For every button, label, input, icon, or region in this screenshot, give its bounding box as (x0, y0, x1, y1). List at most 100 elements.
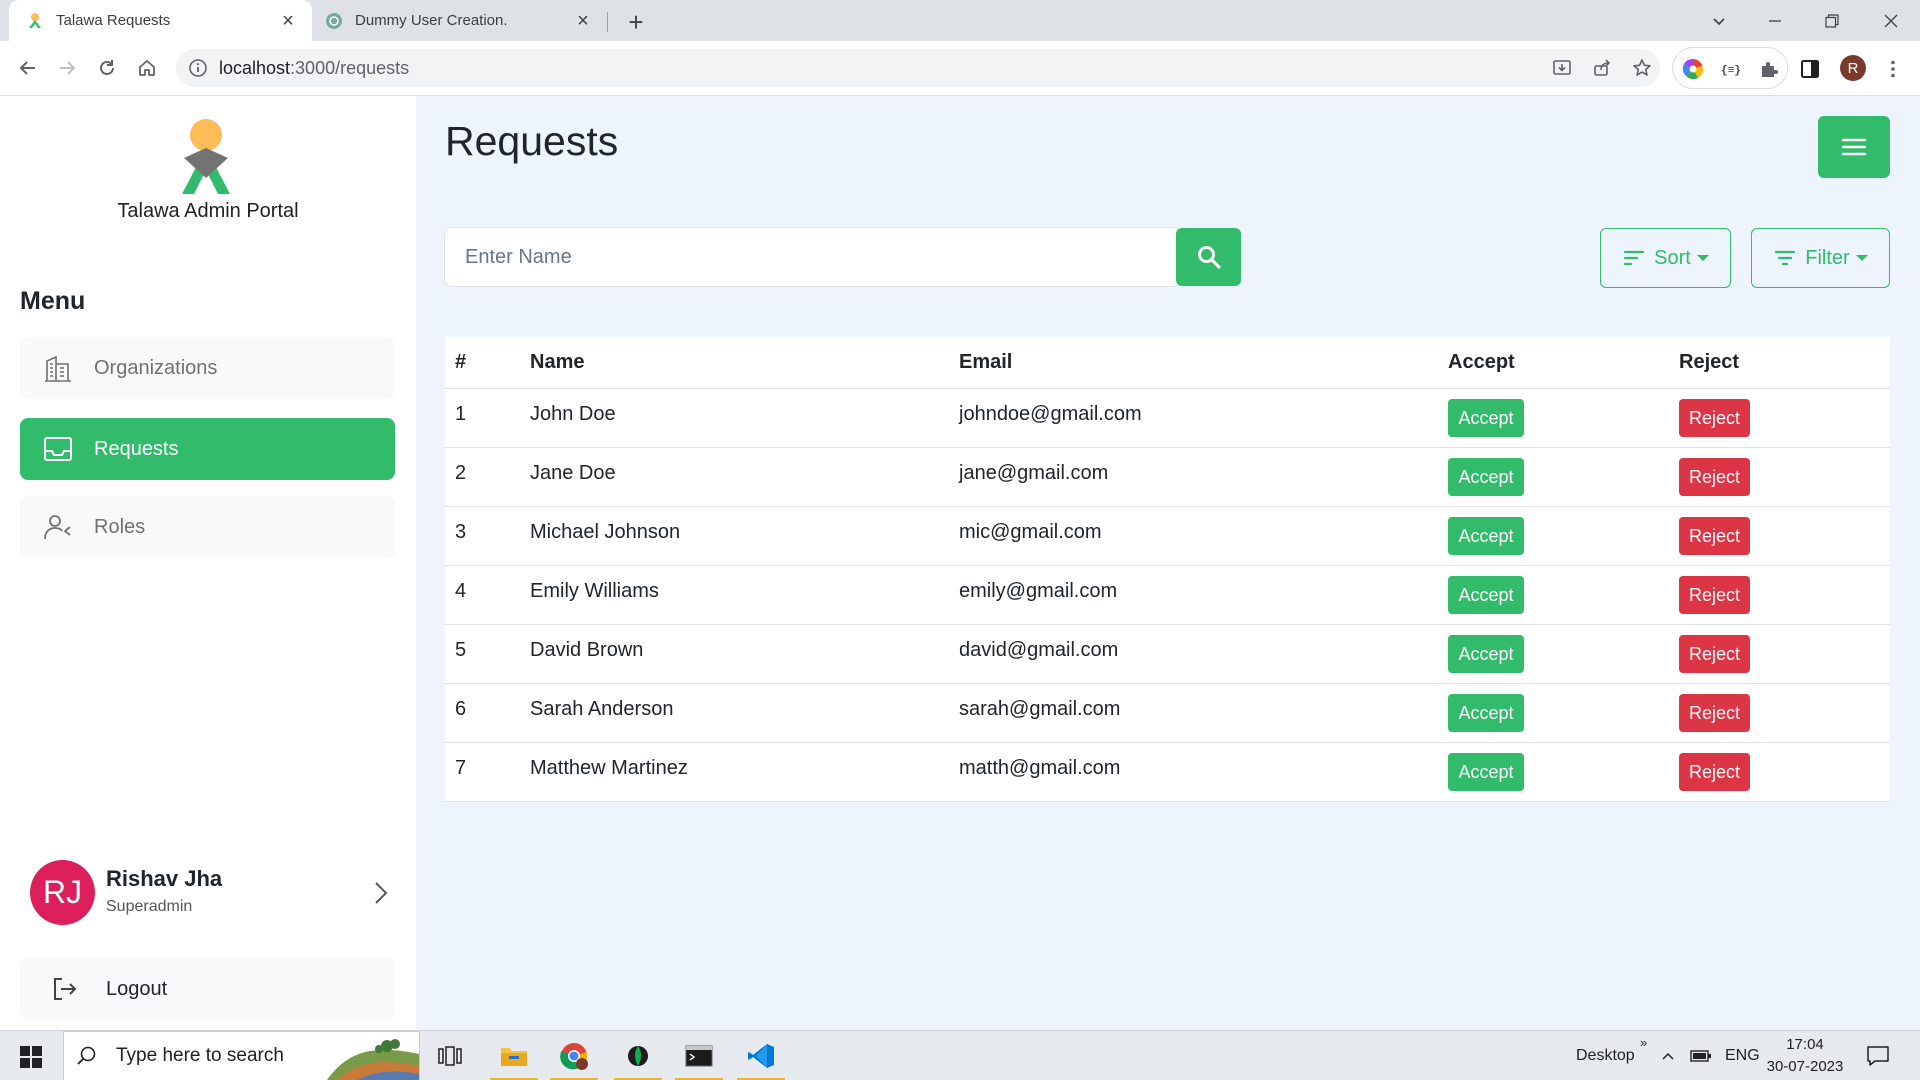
row-name: John Doe (530, 403, 616, 425)
show-hidden-icons-chevron-icon[interactable] (1660, 1031, 1676, 1080)
reject-button[interactable]: Reject (1679, 635, 1750, 673)
accept-button[interactable]: Accept (1448, 635, 1524, 673)
sidebar-item-organizations[interactable]: Organizations (20, 337, 395, 399)
file-explorer-icon[interactable] (488, 1031, 540, 1080)
tab-search-chevron-icon[interactable] (1690, 0, 1748, 41)
table-row: 7 Matthew Martinez matth@gmail.com Accept Re… (445, 743, 1890, 802)
brand-title: Talawa Admin Portal (117, 200, 299, 222)
reject-cell: Reject (1679, 625, 1750, 683)
caret-down-icon (1696, 255, 1709, 261)
share-icon[interactable] (1592, 58, 1612, 78)
json-extension-icon[interactable]: {≡} (1721, 60, 1741, 78)
tab-dummy-user-creation[interactable]: Dummy User Creation. × (317, 0, 607, 41)
desktop-label: Desktop (1576, 1047, 1635, 1064)
side-panel-icon[interactable] (1799, 58, 1821, 80)
desktop-toolbar-label[interactable]: Desktop (1576, 1031, 1635, 1080)
notification-center-icon[interactable] (1866, 1031, 1890, 1080)
accept-button[interactable]: Accept (1448, 517, 1524, 555)
reject-cell: Reject (1679, 743, 1750, 801)
reject-button[interactable]: Reject (1679, 399, 1750, 437)
row-name: Jane Doe (530, 462, 616, 484)
search-highlight-image (327, 1039, 419, 1080)
accept-button[interactable]: Accept (1448, 694, 1524, 732)
row-email: david@gmail.com (959, 639, 1119, 661)
reject-cell: Reject (1679, 448, 1750, 506)
sort-button[interactable]: Sort (1600, 228, 1731, 288)
header-name: Name (530, 351, 585, 373)
reload-icon[interactable] (91, 52, 123, 84)
address-bar[interactable]: localhost:3000/requests (176, 49, 1660, 87)
logout-label: Logout (106, 977, 168, 1000)
reject-button[interactable]: Reject (1679, 517, 1750, 555)
taskbar-search-placeholder: Type here to search (116, 1045, 284, 1066)
address-url: localhost:3000/requests (219, 58, 409, 79)
tab-title: Talawa Requests (56, 12, 171, 29)
taskbar-clock[interactable]: 17:04 30-07-2023 (1762, 1034, 1848, 1078)
sidebar-item-roles[interactable]: Roles (20, 496, 395, 558)
close-tab-icon[interactable]: × (278, 11, 298, 31)
vscode-icon[interactable] (735, 1031, 787, 1080)
clock-date: 30-07-2023 (1766, 1058, 1844, 1075)
extensions-group: {≡} (1672, 47, 1788, 89)
sidebar-item-requests[interactable]: Requests (20, 418, 395, 480)
table-row: 1 John Doe johndoe@gmail.com Accept Reject (445, 389, 1890, 448)
back-icon[interactable] (12, 52, 44, 84)
row-name: Matthew Martinez (530, 757, 688, 779)
accept-button[interactable]: Accept (1448, 753, 1524, 791)
user-profile-card[interactable]: RJ Rishav Jha Superadmin (20, 860, 395, 930)
logout-icon (54, 978, 77, 1000)
mongodb-compass-icon[interactable] (612, 1031, 664, 1080)
accept-button[interactable]: Accept (1448, 458, 1524, 496)
hamburger-menu-button[interactable] (1818, 116, 1890, 178)
battery-icon[interactable] (1690, 1031, 1712, 1080)
color-picker-extension-icon[interactable] (1682, 58, 1704, 80)
taskbar-search-box[interactable]: Type here to search (63, 1031, 420, 1080)
close-window-icon[interactable] (1862, 0, 1920, 41)
search-icon (77, 1046, 96, 1065)
windows-taskbar: Type here to search Desktop » ENG 17:04 … (0, 1030, 1920, 1080)
filter-button[interactable]: Filter (1751, 228, 1890, 288)
accept-button[interactable]: Accept (1448, 576, 1524, 614)
chrome-taskbar-icon[interactable] (548, 1031, 600, 1080)
reject-button[interactable]: Reject (1679, 458, 1750, 496)
terminal-icon[interactable] (673, 1031, 725, 1080)
site-info-icon[interactable] (188, 58, 208, 78)
accept-cell: Accept (1448, 507, 1524, 565)
organizations-icon (45, 355, 71, 382)
task-view-icon[interactable] (424, 1031, 476, 1080)
search-input[interactable] (445, 228, 1115, 286)
profile-avatar[interactable]: R (1840, 55, 1866, 81)
accept-cell: Accept (1448, 743, 1524, 801)
windows-start-icon[interactable] (20, 1046, 42, 1068)
extensions-puzzle-icon[interactable] (1758, 58, 1780, 80)
search-button[interactable] (1176, 228, 1241, 286)
row-name: Emily Williams (530, 580, 659, 602)
new-tab-icon[interactable]: + (622, 7, 650, 37)
language-indicator[interactable]: ENG (1725, 1031, 1760, 1080)
accept-button[interactable]: Accept (1448, 399, 1524, 437)
reject-button[interactable]: Reject (1679, 694, 1750, 732)
user-name: Rishav Jha (106, 866, 223, 891)
sidebar: Talawa Admin Portal Menu Organizations R… (0, 96, 416, 1030)
minimize-icon[interactable] (1746, 0, 1804, 41)
forward-icon[interactable] (51, 52, 83, 84)
chrome-menu-icon[interactable] (1882, 58, 1904, 80)
reject-button[interactable]: Reject (1679, 753, 1750, 791)
header-email: Email (959, 351, 1013, 373)
restore-icon[interactable] (1803, 0, 1861, 41)
reject-button[interactable]: Reject (1679, 576, 1750, 614)
filter-icon (1775, 250, 1796, 266)
toolbar-expand-icon[interactable]: » (1640, 1017, 1647, 1067)
language-label: ENG (1725, 1047, 1760, 1064)
bookmark-star-icon[interactable] (1632, 58, 1652, 78)
search-box (444, 227, 1181, 287)
row-number: 1 (455, 403, 467, 425)
tab-talawa-requests[interactable]: Talawa Requests × (9, 0, 312, 41)
install-app-icon[interactable] (1552, 58, 1572, 78)
home-icon[interactable] (131, 52, 163, 84)
row-email: emily@gmail.com (959, 580, 1118, 602)
close-tab-icon[interactable]: × (573, 11, 593, 31)
header-number: # (455, 351, 467, 373)
chevron-right-icon[interactable] (370, 878, 392, 908)
logout-button[interactable]: Logout (20, 958, 395, 1020)
